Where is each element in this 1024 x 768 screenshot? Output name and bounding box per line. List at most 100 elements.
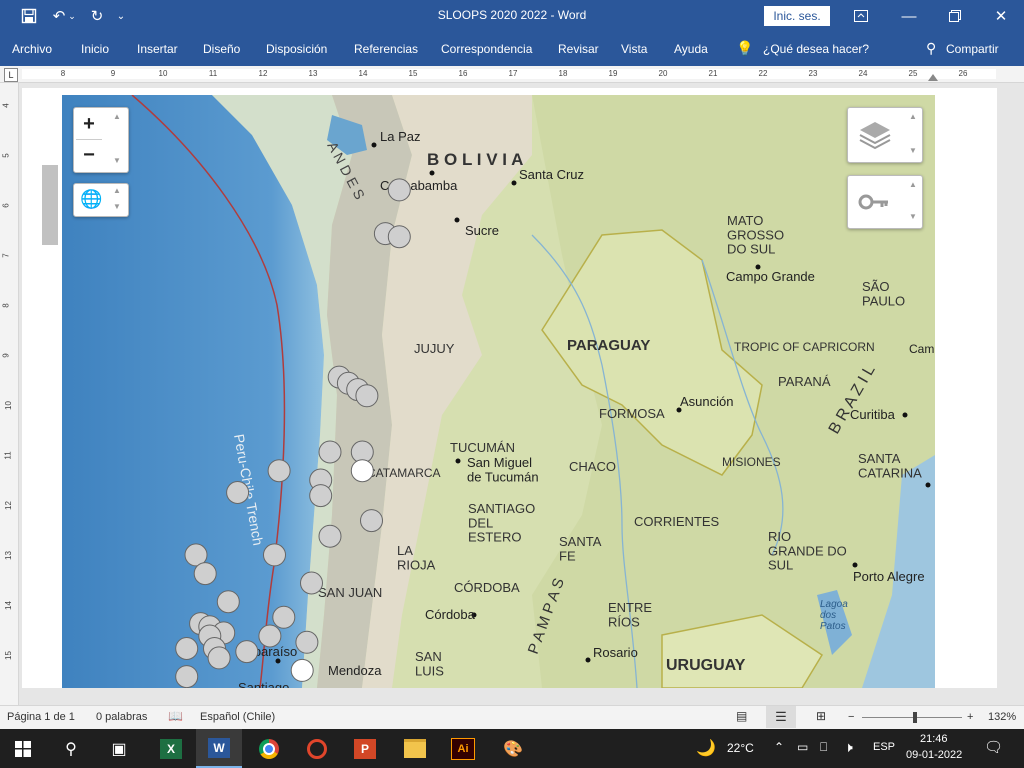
scroll-down-icon[interactable]: ▼ [110, 202, 124, 211]
tab-selector[interactable]: L [4, 68, 18, 82]
file-explorer-icon[interactable] [392, 729, 438, 768]
weather-icon[interactable]: 🌙 [696, 738, 716, 758]
horizontal-ruler[interactable]: L 8 9 10 11 12 13 14 15 16 17 18 19 20 2… [0, 66, 1024, 83]
tab-inicio[interactable]: Inicio [81, 42, 109, 56]
earthquake-marker[interactable] [267, 459, 291, 483]
volume-icon[interactable]: 🕨 [844, 739, 853, 756]
zoom-slider[interactable] [862, 717, 962, 718]
scroll-up-icon[interactable]: ▲ [906, 180, 920, 189]
earthquake-marker[interactable] [175, 665, 199, 688]
tab-correspondencia[interactable]: Correspondencia [441, 42, 532, 56]
print-layout-icon[interactable]: ☰ [766, 706, 796, 728]
redo-icon[interactable]: ↻ [86, 5, 108, 27]
zoom-out-icon[interactable]: − [848, 711, 854, 723]
earthquake-marker[interactable] [350, 459, 374, 483]
tab-vista[interactable]: Vista [621, 42, 647, 56]
earthquake-marker[interactable] [360, 509, 383, 533]
zoom-slider-thumb[interactable] [913, 712, 917, 723]
read-mode-icon[interactable]: ▤ [736, 709, 747, 723]
task-view-icon[interactable]: ▣ [96, 729, 142, 768]
map-label: Curitiba [850, 407, 896, 422]
earthquake-marker[interactable] [309, 484, 333, 508]
vertical-ruler[interactable]: 4 5 6 7 8 9 10 11 12 13 14 15 [0, 83, 19, 705]
legend-control: ▲ ▼ [847, 175, 923, 229]
earthquake-marker[interactable] [355, 384, 379, 408]
tab-archivo[interactable]: Archivo [12, 42, 52, 56]
proofing-icon[interactable]: 📖 [168, 709, 183, 723]
earthquake-marker[interactable] [272, 605, 296, 629]
excel-icon[interactable]: X [148, 729, 194, 768]
globe-icon[interactable]: 🌐 [80, 189, 102, 210]
powerpoint-icon[interactable]: P [342, 729, 388, 768]
earthquake-marker[interactable] [290, 658, 314, 682]
ruler-number: 11 [208, 69, 218, 78]
search-icon[interactable]: ⚲ [48, 729, 94, 768]
zoom-in-button[interactable]: + [74, 109, 104, 139]
illustrator-icon[interactable]: Ai [440, 729, 486, 768]
tell-me-search[interactable]: ¿Qué desea hacer? [763, 42, 869, 56]
earthquake-marker[interactable] [175, 637, 199, 660]
customize-toolbar-icon[interactable]: ⌄ [114, 5, 128, 27]
word-count[interactable]: 0 palabras [96, 711, 147, 723]
word-icon[interactable]: W [196, 729, 242, 768]
restore-icon[interactable] [932, 0, 978, 32]
tab-insertar[interactable]: Insertar [137, 42, 178, 56]
taskbar: ⚲ ▣ X W P Ai 🎨 🌙 22°C ⌃ ▭ ⎕ 🕨 ESP 21:46 … [0, 729, 1024, 768]
earthquake-marker[interactable] [387, 178, 411, 202]
temperature[interactable]: 22°C [727, 741, 754, 755]
earthquake-marker[interactable] [318, 524, 342, 548]
scroll-down-icon[interactable]: ▼ [110, 156, 124, 165]
network-icon[interactable]: ⎕ [820, 740, 827, 755]
undo-dropdown-icon[interactable]: ⌄ [66, 5, 78, 27]
tab-revisar[interactable]: Revisar [558, 42, 599, 56]
close-icon[interactable]: ✕ [978, 0, 1024, 32]
earthquake-marker[interactable] [193, 562, 217, 586]
tab-diseno[interactable]: Diseño [203, 42, 240, 56]
scroll-up-icon[interactable]: ▲ [110, 186, 124, 195]
map-canvas[interactable]: La Paz B O L I V I A Santa Cruz Cochabam… [62, 95, 935, 688]
zoom-out-button[interactable]: − [74, 140, 104, 170]
tab-disposicion[interactable]: Disposición [266, 42, 327, 56]
ribbon-display-options-icon[interactable] [838, 0, 884, 32]
web-layout-icon[interactable]: ⊞ [816, 709, 826, 723]
input-language[interactable]: ESP [873, 741, 895, 753]
scroll-up-icon[interactable]: ▲ [110, 112, 124, 121]
language-indicator[interactable]: Español (Chile) [200, 711, 275, 723]
show-hidden-icons[interactable]: ⌃ [774, 740, 784, 754]
paint-icon[interactable]: 🎨 [490, 729, 536, 768]
earthquake-marker[interactable] [207, 646, 231, 670]
page-count[interactable]: Página 1 de 1 [7, 711, 75, 723]
zoom-level[interactable]: 132% [988, 711, 1016, 723]
share-button[interactable]: Compartir [946, 42, 999, 56]
clock-date[interactable]: 09-01-2022 [906, 749, 962, 761]
tab-ayuda[interactable]: Ayuda [674, 42, 708, 56]
scroll-up-icon[interactable]: ▲ [906, 112, 920, 121]
app-icon[interactable] [294, 729, 340, 768]
earthquake-marker[interactable] [226, 481, 250, 504]
tab-referencias[interactable]: Referencias [354, 42, 418, 56]
earthquake-marker[interactable] [263, 543, 286, 567]
earthquake-marker[interactable] [300, 571, 323, 595]
right-indent-marker[interactable] [928, 74, 938, 81]
earthquake-marker[interactable] [235, 640, 259, 664]
sign-in-button[interactable]: Inic. ses. [764, 6, 830, 26]
scroll-down-icon[interactable]: ▼ [906, 212, 920, 221]
embedded-map[interactable]: La Paz B O L I V I A Santa Cruz Cochabam… [62, 95, 935, 688]
notifications-icon[interactable]: 🗨 [984, 738, 1003, 756]
save-icon[interactable] [18, 5, 40, 27]
start-button[interactable] [0, 729, 46, 768]
vruler-number: 6 [1, 203, 11, 208]
earthquake-marker[interactable] [318, 440, 342, 464]
clock-time[interactable]: 21:46 [920, 733, 948, 745]
vruler-number: 12 [3, 501, 13, 510]
scroll-down-icon[interactable]: ▼ [906, 146, 920, 155]
chrome-icon[interactable] [246, 729, 292, 768]
earthquake-marker[interactable] [387, 225, 411, 249]
vertical-scrollbar-thumb[interactable] [42, 165, 58, 245]
power-icon[interactable]: ▭ [797, 740, 808, 754]
earthquake-marker[interactable] [216, 590, 240, 614]
earthquake-marker[interactable] [258, 624, 282, 648]
minimize-icon[interactable]: — [886, 0, 932, 32]
zoom-in-icon[interactable]: + [967, 711, 973, 723]
earthquake-marker[interactable] [295, 630, 319, 654]
